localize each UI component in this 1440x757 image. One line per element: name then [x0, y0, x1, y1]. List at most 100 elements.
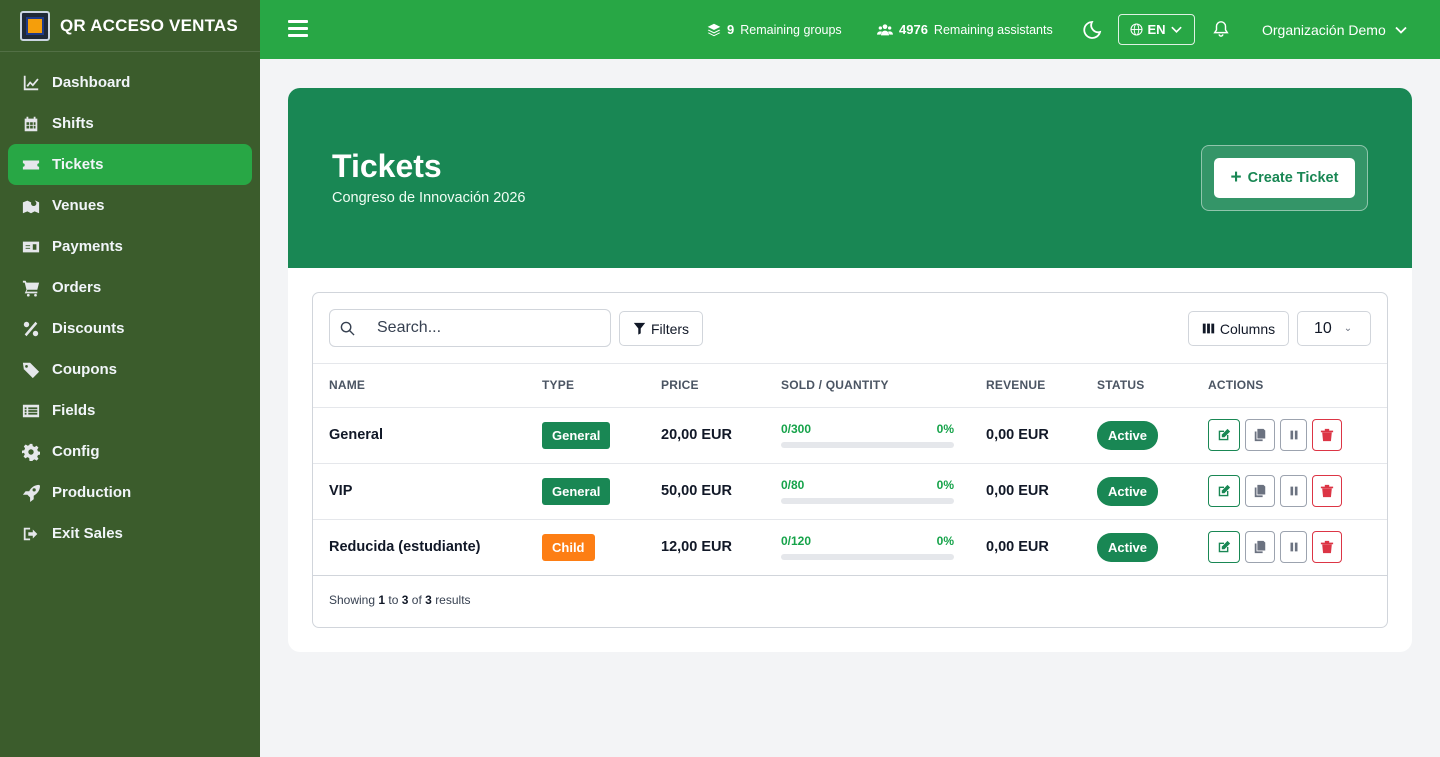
- edit-button[interactable]: [1208, 475, 1240, 507]
- remaining-assistants: 4976 Remaining assistants: [877, 0, 1053, 59]
- pagination-to: 3: [401, 593, 409, 607]
- chevron-down-icon: [1395, 26, 1407, 34]
- status-badge: Active: [1097, 532, 1159, 562]
- sold-quantity-cell: 0/120 0%: [765, 519, 970, 576]
- notifications-bell-icon[interactable]: [1212, 20, 1230, 38]
- ticket-price: 50,00 EUR: [645, 463, 765, 520]
- create-ticket-button[interactable]: + Create Ticket: [1214, 158, 1355, 198]
- column-header-type[interactable]: TYPE: [526, 364, 645, 408]
- chart-line-icon: [20, 74, 42, 92]
- pause-button[interactable]: [1280, 475, 1307, 507]
- column-header-actions: ACTIONS: [1192, 364, 1387, 408]
- type-badge: General: [542, 477, 611, 505]
- sidebar-item-exit-sales[interactable]: Exit Sales: [8, 513, 252, 554]
- plus-icon: +: [1230, 167, 1242, 188]
- ticket-type-cell: General: [526, 407, 645, 464]
- pagination-of-word: of: [411, 593, 422, 607]
- column-header-sold-quantity[interactable]: SOLD / QUANTITY: [765, 364, 970, 408]
- sidebar-item-label: Fields: [52, 402, 96, 419]
- sold-count: 0/300: [781, 422, 812, 436]
- sidebar-item-config[interactable]: Config: [8, 431, 252, 472]
- search-icon: [340, 321, 355, 336]
- duplicate-button[interactable]: [1245, 419, 1275, 451]
- table-toolbar: Filters Columns 10 ⌄: [313, 293, 1387, 364]
- page-header: Tickets Congreso de Innovación 2026 + Cr…: [288, 88, 1412, 268]
- sign-out-icon: [20, 525, 42, 543]
- sidebar: QR ACCESO VENTAS Dashboard Shifts Ticket…: [0, 0, 260, 757]
- sidebar-item-orders[interactable]: Orders: [8, 267, 252, 308]
- gear-icon: [20, 443, 42, 461]
- actions-cell: [1192, 407, 1387, 464]
- sold-progress-bar: [781, 498, 954, 504]
- sidebar-item-label: Payments: [52, 238, 123, 255]
- copy-icon: [1254, 484, 1266, 498]
- pause-icon: [1290, 542, 1297, 552]
- ticket-name: Reducida (estudiante): [313, 519, 526, 576]
- sidebar-item-label: Venues: [52, 197, 105, 214]
- tags-icon: [20, 361, 42, 379]
- pause-icon: [1290, 430, 1297, 440]
- sold-progress-bar: [781, 442, 954, 448]
- ticket-icon: [20, 156, 42, 174]
- edit-button[interactable]: [1208, 419, 1240, 451]
- trash-icon: [1320, 540, 1334, 554]
- assistants-label: Remaining assistants: [933, 22, 1053, 37]
- brand[interactable]: QR ACCESO VENTAS: [0, 0, 260, 52]
- duplicate-button[interactable]: [1245, 475, 1275, 507]
- sidebar-item-label: Coupons: [52, 361, 117, 378]
- ticket-type-cell: Child: [526, 519, 645, 576]
- sidebar-item-fields[interactable]: Fields: [8, 390, 252, 431]
- dark-mode-toggle-icon[interactable]: [1080, 19, 1102, 41]
- groups-count: 9: [727, 22, 735, 37]
- sidebar-item-venues[interactable]: Venues: [8, 185, 252, 226]
- sidebar-item-payments[interactable]: Payments: [8, 226, 252, 267]
- trash-icon: [1320, 484, 1334, 498]
- filters-button[interactable]: Filters: [619, 311, 703, 346]
- sidebar-item-label: Orders: [52, 279, 102, 296]
- ticket-price: 12,00 EUR: [645, 519, 765, 576]
- column-header-status[interactable]: STATUS: [1081, 364, 1192, 408]
- create-ticket-label: Create Ticket: [1247, 170, 1339, 186]
- ticket-revenue: 0,00 EUR: [970, 463, 1081, 520]
- duplicate-button[interactable]: [1245, 531, 1275, 563]
- organization-menu[interactable]: Organización Demo: [1262, 0, 1408, 59]
- edit-button[interactable]: [1208, 531, 1240, 563]
- column-header-name[interactable]: NAME: [313, 364, 526, 408]
- status-badge: Active: [1097, 476, 1159, 506]
- sidebar-item-label: Dashboard: [52, 74, 131, 91]
- columns-label: Columns: [1219, 320, 1276, 337]
- language-selector[interactable]: EN: [1118, 14, 1195, 45]
- sidebar-item-tickets[interactable]: Tickets: [8, 144, 252, 185]
- menu-toggle-icon[interactable]: [288, 20, 308, 38]
- pause-button[interactable]: [1280, 531, 1307, 563]
- sidebar-item-production[interactable]: Production: [8, 472, 252, 513]
- pagination-prefix: Showing: [329, 593, 376, 607]
- delete-button[interactable]: [1312, 531, 1342, 563]
- money-bill-icon: [20, 238, 42, 256]
- sidebar-item-coupons[interactable]: Coupons: [8, 349, 252, 390]
- column-header-price[interactable]: PRICE: [645, 364, 765, 408]
- sidebar-item-shifts[interactable]: Shifts: [8, 103, 252, 144]
- sold-quantity-cell: 0/300 0%: [765, 407, 970, 464]
- users-icon: [877, 23, 893, 35]
- delete-button[interactable]: [1312, 419, 1342, 451]
- pause-button[interactable]: [1280, 419, 1307, 451]
- delete-button[interactable]: [1312, 475, 1342, 507]
- sidebar-item-dashboard[interactable]: Dashboard: [8, 62, 252, 103]
- edit-icon: [1218, 484, 1231, 497]
- search-box: [329, 309, 611, 347]
- status-cell: Active: [1081, 463, 1192, 520]
- sold-count: 0/120: [781, 534, 812, 548]
- search-input[interactable]: [377, 319, 577, 337]
- per-page-select[interactable]: 10 ⌄: [1297, 311, 1371, 346]
- table-row: General General 20,00 EUR 0/300 0% 0,00 E…: [313, 407, 1387, 464]
- per-page-value: 10: [1314, 319, 1332, 337]
- columns-button[interactable]: Columns: [1188, 311, 1289, 346]
- trash-icon: [1320, 428, 1334, 442]
- column-header-revenue[interactable]: REVENUE: [970, 364, 1081, 408]
- tickets-table: NAME TYPE PRICE SOLD / QUANTITY REVENUE …: [313, 364, 1387, 576]
- sidebar-item-discounts[interactable]: Discounts: [8, 308, 252, 349]
- sold-percent: 0%: [936, 422, 954, 436]
- ticket-revenue: 0,00 EUR: [970, 407, 1081, 464]
- sold-count: 0/80: [781, 478, 805, 492]
